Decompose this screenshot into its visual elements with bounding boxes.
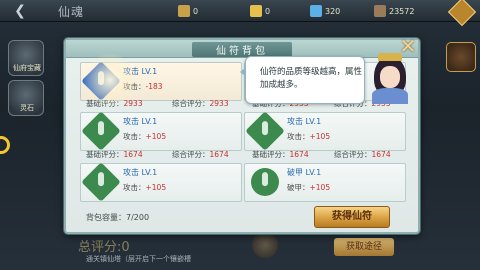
talisman-card[interactable]: 攻击 LV.1 攻击：+105 [80, 162, 242, 202]
npc-avatar [368, 52, 412, 104]
score-row: 综合评分：1674 [334, 150, 391, 159]
unlock-tip: 通关镇仙塔（层开启下一个镶嵌槽 [86, 255, 191, 263]
talisman-card[interactable]: 破甲 LV.1 破甲：+105 [244, 162, 406, 202]
get-path-button[interactable]: 获取途径 [334, 238, 394, 256]
score-row: 基础评分：1674 [252, 150, 309, 159]
menu-diamond-icon[interactable] [447, 0, 477, 27]
dialog-header: 仙符背包 [66, 40, 418, 58]
talisman-card[interactable]: 攻击 LV.1 攻击：+105 [80, 111, 242, 151]
copper-coin-icon [178, 5, 190, 17]
left-menu-spirit-stone[interactable]: 灵石 [8, 80, 44, 116]
ring-icon[interactable] [0, 136, 10, 154]
hint-tooltip: 仙符的品质等级越高，属性加成越多。 [240, 56, 365, 104]
emblem-icon [252, 232, 278, 258]
dialog-title: 仙符背包 [192, 42, 292, 57]
resource-gem: 320 [310, 4, 340, 18]
top-bar: ❮ 仙魂 0 0 320 23572 [0, 0, 480, 27]
screen-title: 仙魂 [58, 5, 85, 19]
spirit-stone-icon [374, 5, 386, 17]
tooltip-text: 仙符的品质等级越高，属性加成越多。 [260, 67, 363, 90]
talisman-card[interactable]: 攻击 LV.1 攻击：+105 [244, 111, 406, 151]
resource-gold-ingot: 0 [250, 4, 270, 18]
sword-talisman-icon [81, 61, 121, 101]
sword-talisman-icon [245, 111, 285, 151]
score-row: 综合评分：2933 [172, 99, 229, 108]
score-row: 基础评分：1674 [86, 150, 143, 159]
resource-spirit-stone: 23572 [374, 4, 414, 18]
total-score: 总评分:0 [78, 240, 130, 255]
gem-icon [310, 5, 322, 17]
gold-ingot-icon [250, 5, 262, 17]
score-row: 综合评分：1674 [172, 150, 229, 159]
resource-copper-coin: 0 [178, 4, 198, 18]
score-row: 基础评分：2933 [86, 99, 143, 108]
sword-talisman-icon [81, 162, 121, 202]
right-menu-icon[interactable] [446, 42, 476, 72]
obtain-talisman-button[interactable]: 获得仙符 [314, 206, 390, 228]
bag-capacity: 背包容量：7/200 [86, 213, 150, 222]
back-arrow-icon[interactable]: ❮ [6, 2, 34, 20]
sword-talisman-icon [81, 111, 121, 151]
left-menu-treasure[interactable]: 仙府宝藏 [8, 40, 44, 76]
armor-break-talisman-icon [245, 162, 285, 202]
talisman-card[interactable]: 攻击 LV.1 攻击：-183 [80, 61, 242, 101]
